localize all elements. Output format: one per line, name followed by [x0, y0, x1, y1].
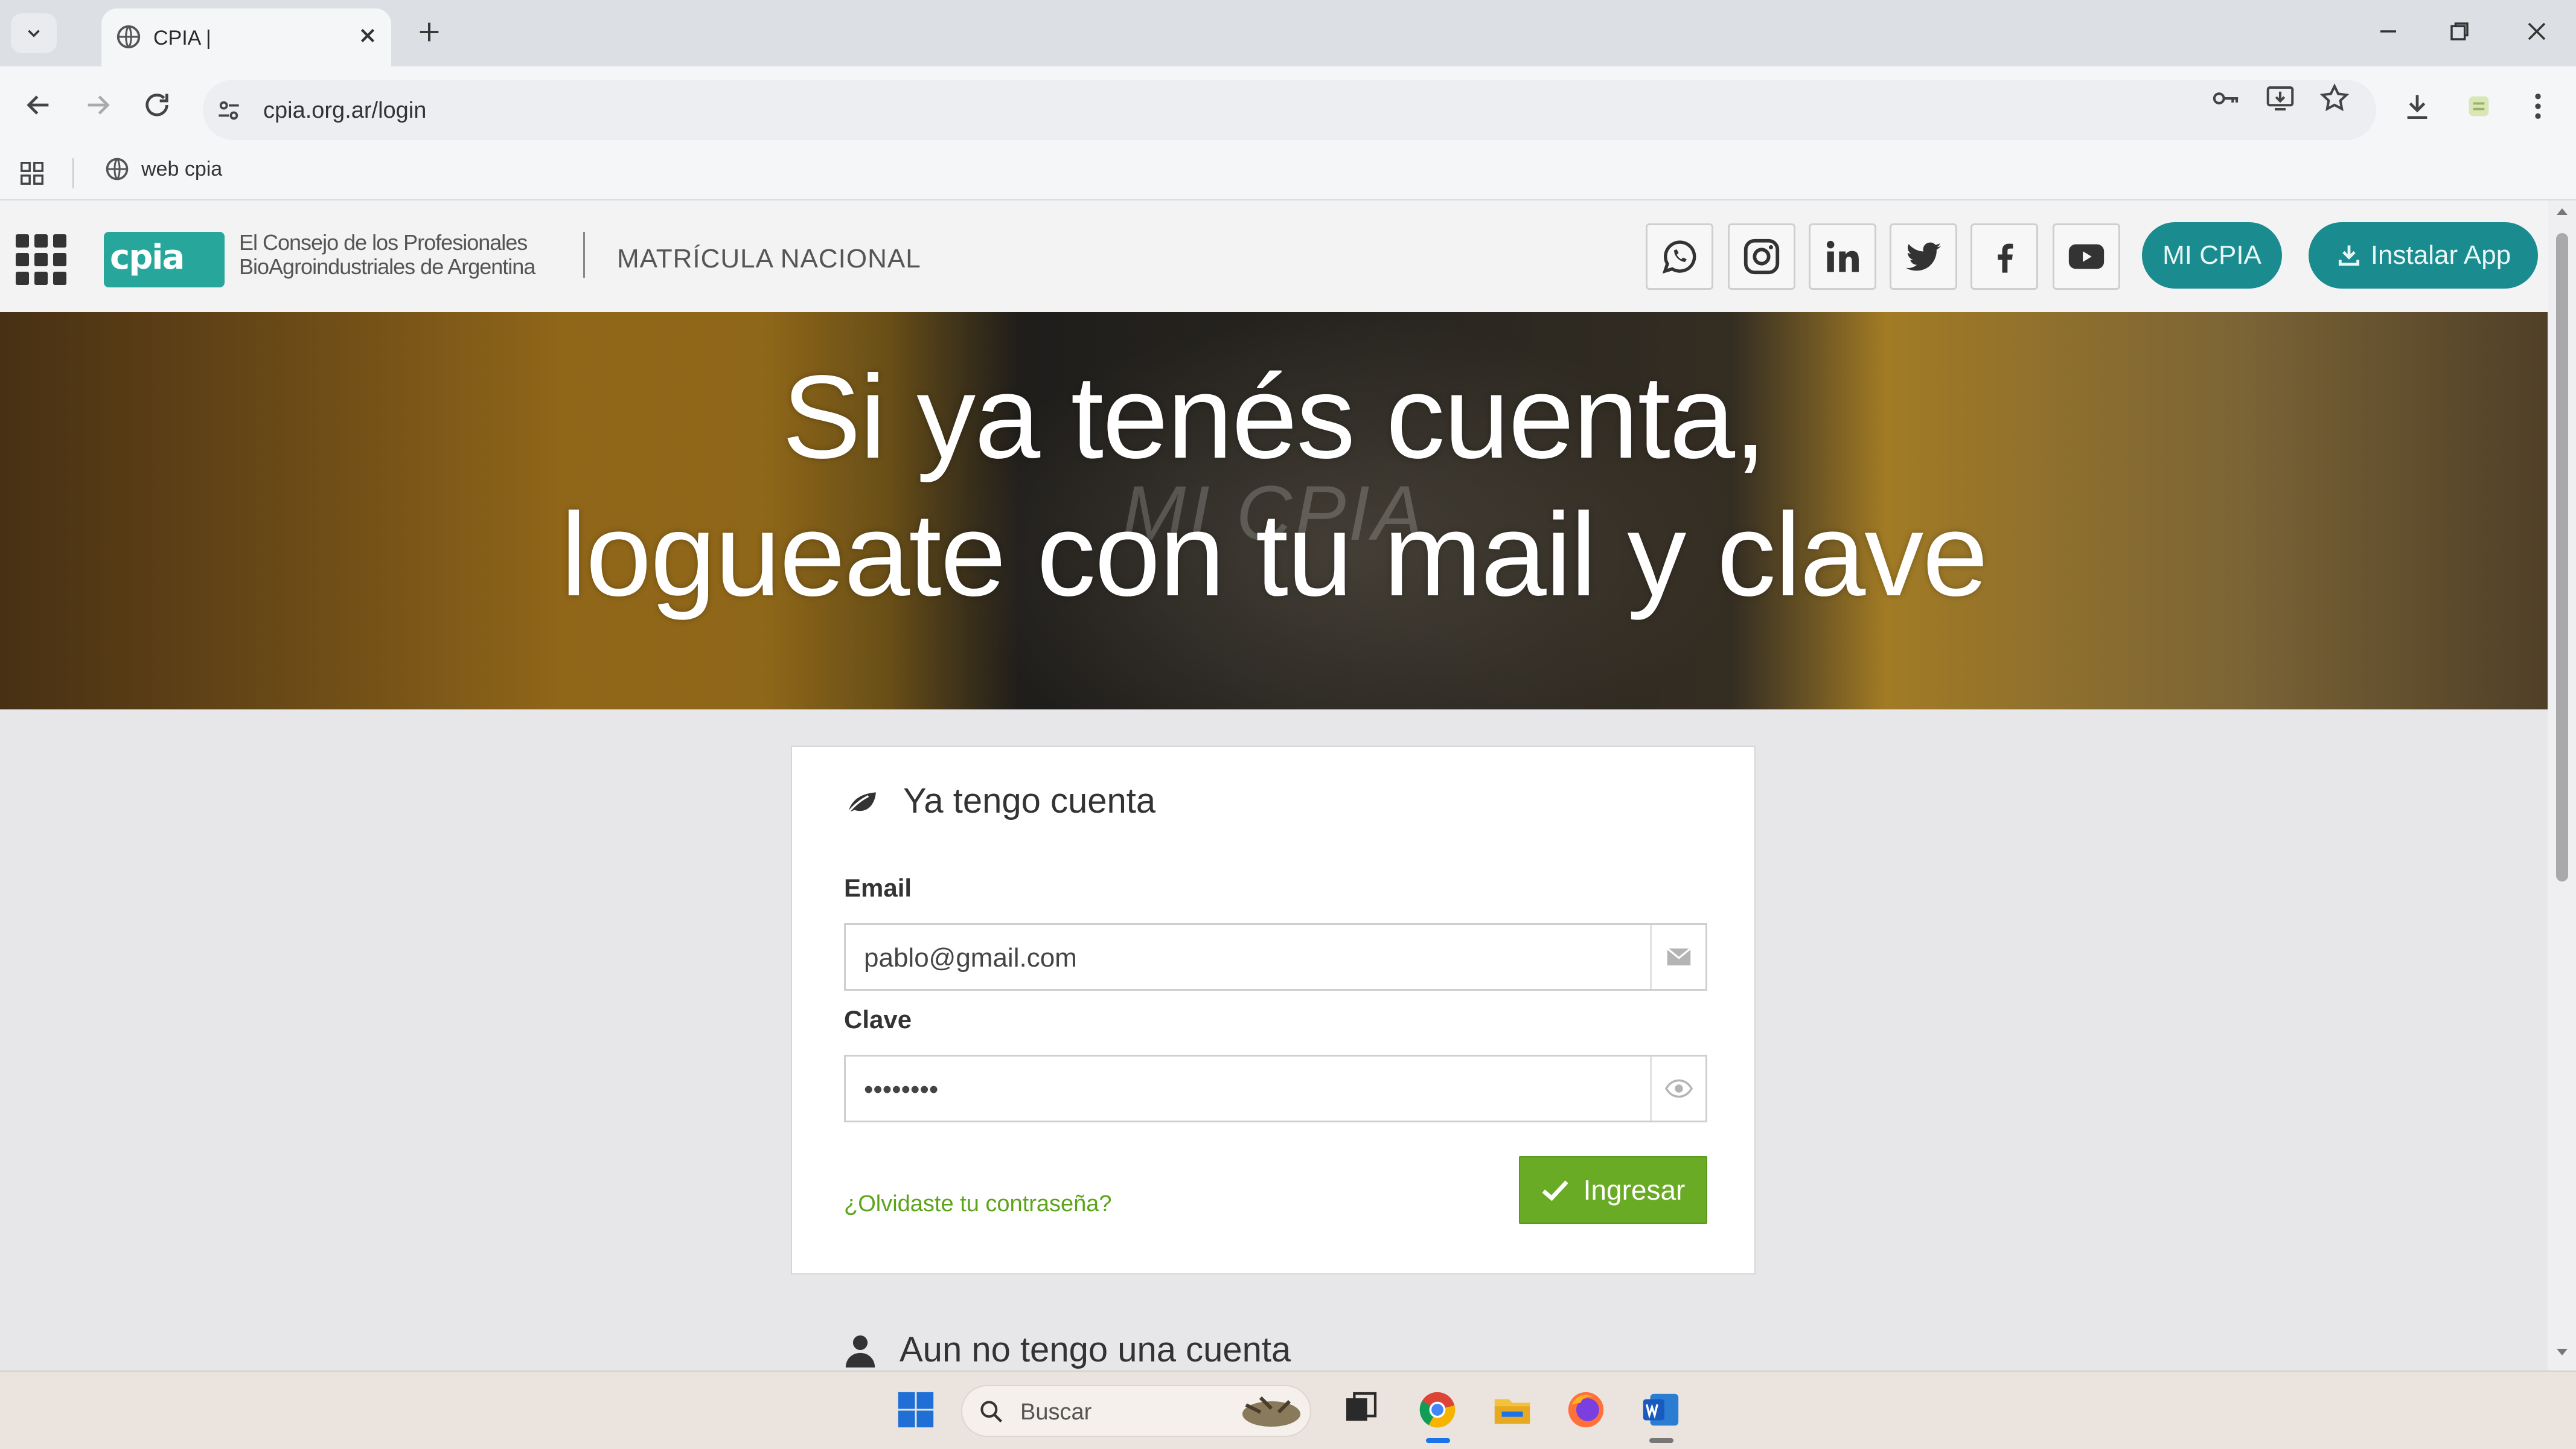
- taskbar-search[interactable]: Buscar: [961, 1385, 1311, 1437]
- close-icon[interactable]: [354, 22, 382, 50]
- browser-tab[interactable]: CPIA |: [101, 8, 391, 66]
- download-icon[interactable]: [2400, 89, 2434, 123]
- reload-icon[interactable]: [140, 88, 174, 122]
- page-viewport: cpia El Consejo de los Profesionales Bio…: [0, 200, 2548, 1371]
- email-addon: [1650, 925, 1705, 989]
- chevron-down-icon: [28, 30, 40, 37]
- section-title: MATRÍCULA NACIONAL: [617, 244, 921, 273]
- password-value: ••••••••: [864, 1075, 939, 1104]
- new-tab-icon[interactable]: [415, 18, 443, 46]
- apps-grid-icon[interactable]: [18, 159, 46, 187]
- site-settings-icon[interactable]: [214, 95, 244, 126]
- user-icon: [845, 1335, 875, 1367]
- minimize-icon[interactable]: [2373, 16, 2404, 47]
- taskbar-search-text: Buscar: [1020, 1399, 1092, 1425]
- firefox-icon[interactable]: [1565, 1389, 1607, 1431]
- password-label: Clave: [844, 1005, 912, 1034]
- mi-cpia-button[interactable]: MI CPIA: [2142, 222, 2282, 289]
- task-view-icon[interactable]: [1341, 1389, 1380, 1427]
- scrollbar-thumb[interactable]: [2556, 233, 2568, 881]
- facebook-button[interactable]: [1970, 223, 2038, 290]
- twitter-button[interactable]: [1890, 223, 1957, 290]
- address-bar[interactable]: cpia.org.ar/login: [203, 80, 2376, 140]
- instagram-icon: [1743, 238, 1780, 275]
- install-app-button[interactable]: Instalar App: [2309, 222, 2538, 289]
- login-submit-label: Ingresar: [1583, 1174, 1686, 1206]
- email-label: Email: [844, 874, 912, 902]
- browser-tabstrip: CPIA |: [0, 0, 2576, 66]
- email-value: pablo@gmail.com: [864, 943, 1077, 973]
- download-icon: [2338, 245, 2359, 266]
- install-app-label: Instalar App: [2370, 240, 2511, 270]
- page-scrollbar[interactable]: [2548, 200, 2576, 1371]
- bookmark-separator: [72, 158, 74, 188]
- instagram-button[interactable]: [1728, 223, 1795, 290]
- bookmark-label: web cpia: [141, 157, 223, 181]
- hero-line-2: logueate con tu mail y clave: [560, 488, 1989, 621]
- window-close-icon[interactable]: [2521, 16, 2552, 47]
- logo-text: cpia: [110, 238, 185, 277]
- search-highlight-icon: [1242, 1396, 1300, 1427]
- browser-toolbar: cpia.org.ar/login: [0, 66, 2576, 146]
- forgot-password-link[interactable]: ¿Olvidaste tu contraseña?: [844, 1191, 1112, 1217]
- globe-icon: [117, 25, 141, 49]
- login-card-title: Ya tengo cuenta: [903, 781, 1156, 820]
- twitter-icon: [1905, 242, 1942, 271]
- windows-start-icon[interactable]: [895, 1389, 937, 1431]
- apps-menu-icon[interactable]: [16, 234, 66, 285]
- scroll-down-icon[interactable]: [2555, 1346, 2569, 1358]
- back-icon[interactable]: [22, 88, 56, 122]
- word-active-indicator: [1649, 1438, 1673, 1443]
- login-submit-button[interactable]: Ingresar: [1519, 1156, 1707, 1224]
- os-taskbar: Buscar: [0, 1371, 2576, 1449]
- header-divider: [583, 232, 585, 278]
- login-card-header: Ya tengo cuenta: [844, 781, 1155, 821]
- org-name-line2: BioAgroindustriales de Argentina: [239, 254, 535, 279]
- globe-icon: [106, 158, 129, 181]
- org-name-line1: El Consejo de los Profesionales: [239, 230, 528, 255]
- leaf-icon: [847, 792, 876, 813]
- check-icon: [1542, 1180, 1568, 1201]
- eye-icon: [1664, 1079, 1693, 1098]
- register-title: Aun no tengo una cuenta: [900, 1330, 1291, 1369]
- extension-icon[interactable]: [2462, 89, 2496, 123]
- tab-list-button[interactable]: [11, 13, 57, 53]
- site-header: cpia El Consejo de los Profesionales Bio…: [0, 200, 2548, 312]
- cpia-logo[interactable]: cpia: [104, 232, 225, 287]
- bookmark-star-icon[interactable]: [2318, 82, 2351, 115]
- hero-line-1: Si ya tenés cuenta,: [782, 351, 1766, 483]
- scroll-up-icon[interactable]: [2555, 205, 2569, 217]
- more-menu-icon[interactable]: [2526, 89, 2550, 123]
- file-explorer-icon[interactable]: [1491, 1389, 1533, 1431]
- bookmark-web-cpia[interactable]: web cpia: [104, 156, 222, 182]
- youtube-icon: [2068, 244, 2105, 269]
- key-icon[interactable]: [2210, 82, 2242, 115]
- forward-icon[interactable]: [81, 88, 115, 122]
- word-icon[interactable]: [1640, 1389, 1682, 1431]
- password-toggle[interactable]: [1650, 1057, 1705, 1121]
- email-field[interactable]: pablo@gmail.com: [844, 923, 1707, 991]
- tab-title: CPIA |: [153, 27, 211, 50]
- chrome-icon[interactable]: [1416, 1389, 1459, 1431]
- login-card: Ya tengo cuenta Email pablo@gmail.com Cl…: [791, 746, 1756, 1275]
- hero-heading: Si ya tenés cuenta, logueate con tu mail…: [0, 348, 2548, 624]
- restore-icon[interactable]: [2444, 16, 2475, 47]
- password-field[interactable]: ••••••••: [844, 1055, 1707, 1122]
- search-icon: [980, 1401, 1003, 1423]
- whatsapp-button[interactable]: [1646, 223, 1713, 290]
- url-text: cpia.org.ar/login: [263, 98, 427, 123]
- envelope-icon: [1666, 947, 1691, 965]
- whatsapp-icon: [1662, 240, 1696, 274]
- youtube-button[interactable]: [2053, 223, 2120, 290]
- linkedin-icon: [1826, 240, 1859, 272]
- chrome-active-indicator: [1426, 1438, 1450, 1443]
- register-section-header: Aun no tengo una cuenta: [843, 1329, 1291, 1370]
- facebook-icon: [1998, 243, 2013, 273]
- linkedin-button[interactable]: [1809, 223, 1876, 290]
- bookmarks-bar: web cpia: [0, 146, 2576, 200]
- org-name: El Consejo de los Profesionales BioAgroi…: [239, 231, 535, 279]
- hero-banner: MI CPIA Si ya tenés cuenta, logueate con…: [0, 312, 2548, 709]
- install-app-icon[interactable]: [2264, 82, 2296, 115]
